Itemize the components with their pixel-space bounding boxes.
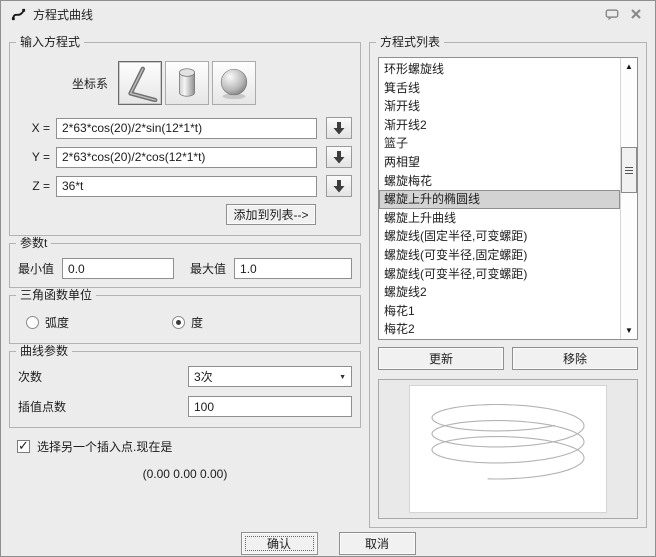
dialog-body: 输入方程式 坐标系 [1,27,655,528]
scroll-up-icon[interactable]: ▲ [621,58,637,75]
list-item[interactable]: 梅花1 [379,302,620,321]
list-item[interactable]: 螺旋线(可变半径,固定螺距) [379,246,620,265]
list-item[interactable]: 螺旋线2 [379,283,620,302]
close-icon[interactable] [627,6,645,22]
add-to-list-button[interactable]: 添加到列表--> [226,204,316,225]
equation-curve-dialog: 方程式曲线 输入方程式 坐标系 [0,0,656,557]
list-item[interactable]: 篮子 [379,134,620,153]
remove-button[interactable]: 移除 [512,347,638,370]
min-label: 最小值 [18,260,54,277]
group-title: 参数t [16,236,51,250]
y-insert-button[interactable] [326,146,352,168]
degree-label: 度 [191,314,203,331]
curve-params-group: 曲线参数 次数 3次 ▼ 插值点数 100 [9,351,361,428]
radian-radio[interactable] [26,316,39,329]
list-item[interactable]: 螺旋上升的椭圆线 [379,190,620,209]
list-item[interactable]: 螺旋上升曲线 [379,209,620,228]
update-button[interactable]: 更新 [378,347,504,370]
scrollbar[interactable]: ▲ ▼ [620,58,637,339]
parameter-row: 最小值 0.0 最大值 1.0 [18,258,352,279]
equation-listbox: 环形螺旋线箕舌线渐开线渐开线2篮子两相望螺旋梅花螺旋上升的椭圆线螺旋上升曲线螺旋… [378,57,638,340]
equation-row-z: Z = 36*t [18,175,352,197]
dialog-footer: 确认 取消 [1,528,655,557]
points-row: 插值点数 100 [18,396,352,417]
trig-unit-group: 三角函数单位 弧度 度 [9,295,361,344]
radian-label: 弧度 [45,314,69,331]
scroll-down-icon[interactable]: ▼ [621,322,637,339]
insert-point-coords: (0.00 0.00 0.00) [9,467,361,481]
insert-point-checkbox[interactable] [17,440,30,453]
z-insert-button[interactable] [326,175,352,197]
points-label: 插值点数 [18,398,188,415]
max-label: 最大值 [190,260,226,277]
degree-dropdown[interactable]: 3次 ▼ [188,366,352,387]
chevron-down-icon: ▼ [339,374,346,381]
group-title: 曲线参数 [16,344,72,358]
equation-row-y: Y = 2*63*cos(20)/2*cos(12*1*t) [18,146,352,168]
window-title: 方程式曲线 [33,6,597,23]
coord-system-label: 坐标系 [72,75,108,92]
degree-value: 3次 [194,368,213,385]
list-item[interactable]: 梅花2 [379,320,620,339]
left-column: 输入方程式 坐标系 [9,35,361,528]
degree-option: 度 [172,314,203,331]
right-column: 方程式列表 环形螺旋线箕舌线渐开线渐开线2篮子两相望螺旋梅花螺旋上升的椭圆线螺旋… [369,35,647,528]
max-value-input[interactable]: 1.0 [234,258,352,279]
equation-list-group: 方程式列表 环形螺旋线箕舌线渐开线渐开线2篮子两相望螺旋梅花螺旋上升的椭圆线螺旋… [369,42,647,528]
list-item[interactable]: 两相望 [379,153,620,172]
points-input[interactable]: 100 [188,396,352,417]
preview-panel [378,379,638,519]
titlebar[interactable]: 方程式曲线 [1,1,655,27]
z-equation-input[interactable]: 36*t [56,176,317,197]
group-title: 方程式列表 [376,35,444,49]
down-arrow-icon [333,121,345,135]
x-label: X = [18,121,50,135]
list-item[interactable]: 螺旋线(可变半径,可变螺距) [379,265,620,284]
equation-row-x: X = 2*63*cos(20)/2*sin(12*1*t) [18,117,352,139]
points-value: 100 [194,400,214,414]
spherical-button[interactable] [212,61,256,105]
x-equation-input[interactable]: 2*63*cos(20)/2*sin(12*1*t) [56,118,317,139]
group-title: 输入方程式 [16,35,84,49]
list-item[interactable]: 箕舌线 [379,79,620,98]
list-item[interactable]: 环形螺旋线 [379,60,620,79]
scroll-thumb[interactable] [621,147,637,193]
sphere-icon [215,64,253,102]
parameter-t-group: 参数t 最小值 0.0 最大值 1.0 [9,243,361,288]
cylindrical-button[interactable] [165,61,209,105]
insert-point-row: 选择另一个插入点.现在是 [17,438,361,455]
helix-preview [409,385,607,513]
cancel-button[interactable]: 取消 [339,532,416,555]
confirm-button[interactable]: 确认 [241,532,318,555]
axes-icon [121,64,159,102]
y-equation-input[interactable]: 2*63*cos(20)/2*cos(12*1*t) [56,147,317,168]
scroll-track[interactable] [621,75,637,322]
list-item[interactable]: 渐开线2 [379,116,620,135]
equation-list-items: 环形螺旋线箕舌线渐开线渐开线2篮子两相望螺旋梅花螺旋上升的椭圆线螺旋上升曲线螺旋… [379,58,620,339]
input-equation-group: 输入方程式 坐标系 [9,42,361,236]
x-insert-button[interactable] [326,117,352,139]
list-item[interactable]: 螺旋梅花 [379,172,620,191]
app-icon [9,6,27,22]
z-label: Z = [18,179,50,193]
add-row: 添加到列表--> [18,204,352,225]
comment-icon[interactable] [603,6,621,22]
trig-options-row: 弧度 度 [18,310,352,335]
list-buttons-row: 更新 移除 [378,347,638,370]
down-arrow-icon [333,179,345,193]
list-item[interactable]: 渐开线 [379,97,620,116]
cylinder-icon [168,64,206,102]
y-label: Y = [18,150,50,164]
list-item[interactable]: 螺旋线(固定半径,可变螺距) [379,227,620,246]
degree-row: 次数 3次 ▼ [18,366,352,387]
insert-point-label: 选择另一个插入点.现在是 [37,438,172,455]
degree-label: 次数 [18,368,188,385]
coordinate-system-row: 坐标系 [72,61,352,105]
degree-radio[interactable] [172,316,185,329]
cartesian-axes-button[interactable] [118,61,162,105]
min-value-input[interactable]: 0.0 [62,258,174,279]
group-title: 三角函数单位 [16,288,96,302]
down-arrow-icon [333,150,345,164]
